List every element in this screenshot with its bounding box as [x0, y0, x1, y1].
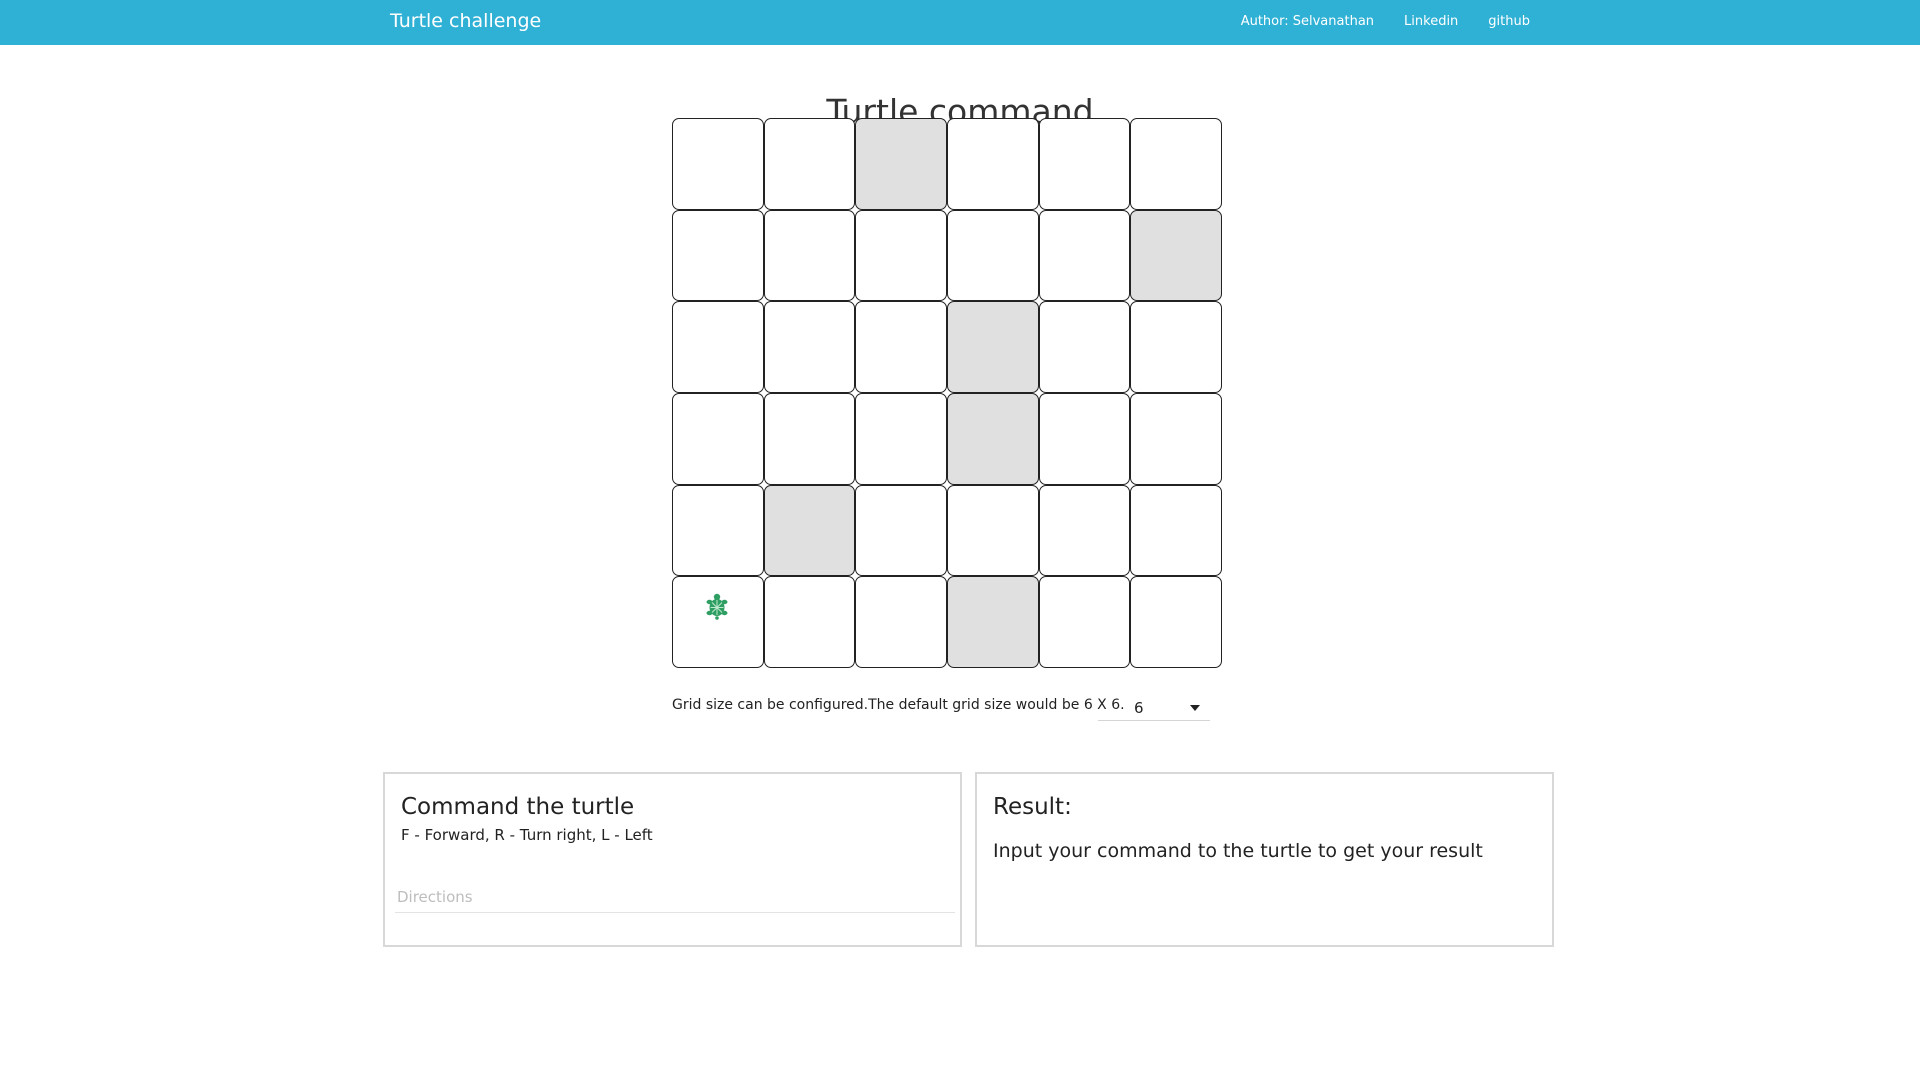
directions-input[interactable] [395, 882, 955, 913]
grid-cell-blocked[interactable] [855, 118, 947, 210]
grid-cell[interactable] [855, 392, 947, 485]
grid-cell[interactable] [672, 209, 764, 302]
grid-cell[interactable] [1130, 484, 1222, 577]
grid-cell[interactable] [855, 301, 947, 393]
nav-links: Author: Selvanathan Linkedin github [1241, 14, 1530, 29]
grid-cell[interactable] [855, 484, 947, 577]
nav-link-author[interactable]: Author: Selvanathan [1241, 14, 1374, 29]
result-message: Input your command to the turtle to get … [993, 840, 1483, 862]
command-panel: Command the turtle F - Forward, R - Turn… [383, 772, 962, 947]
grid-cell[interactable] [1038, 576, 1131, 668]
grid-cell[interactable] [1038, 392, 1131, 485]
grid-cell[interactable] [855, 209, 947, 302]
grid-cell[interactable] [946, 484, 1039, 577]
command-panel-title: Command the turtle [401, 794, 635, 820]
nav-link-linkedin[interactable]: Linkedin [1404, 14, 1458, 29]
result-panel-title: Result: [993, 794, 1072, 820]
grid-cell[interactable] [1038, 484, 1131, 577]
grid-cell[interactable] [946, 209, 1039, 302]
grid-cell[interactable] [763, 301, 856, 393]
grid-size-note: Grid size can be configured.The default … [672, 697, 1125, 713]
command-legend: F - Forward, R - Turn right, L - Left [401, 826, 653, 844]
grid-cell[interactable] [672, 301, 764, 393]
grid-cell[interactable] [1038, 118, 1131, 210]
grid-cell[interactable] [1130, 392, 1222, 485]
grid-cell[interactable] [1038, 209, 1131, 302]
result-panel: Result: Input your command to the turtle… [975, 772, 1554, 947]
grid-cell[interactable] [672, 576, 764, 668]
top-navbar: Turtle challenge Author: Selvanathan Lin… [0, 0, 1920, 45]
grid-cell[interactable] [672, 392, 764, 485]
grid-cell[interactable] [855, 576, 947, 668]
grid-cell-blocked[interactable] [763, 484, 856, 577]
grid-size-select[interactable]: 6 [1098, 694, 1210, 721]
grid-cell[interactable] [672, 118, 764, 210]
grid-cell-blocked[interactable] [946, 576, 1039, 668]
turtle-grid [672, 118, 1222, 668]
grid-cell[interactable] [1038, 301, 1131, 393]
grid-cell[interactable] [763, 118, 856, 210]
grid-cell-blocked[interactable] [1130, 209, 1222, 302]
grid-cell-blocked[interactable] [946, 301, 1039, 393]
brand-title[interactable]: Turtle challenge [390, 10, 541, 32]
grid-cell[interactable] [763, 576, 856, 668]
nav-link-github[interactable]: github [1488, 14, 1530, 29]
chevron-down-icon [1190, 705, 1200, 711]
grid-cell[interactable] [1130, 301, 1222, 393]
grid-cell-blocked[interactable] [946, 392, 1039, 485]
grid-cell[interactable] [1130, 576, 1222, 668]
grid-cell[interactable] [672, 484, 764, 577]
turtle-icon [706, 594, 728, 621]
grid-cell[interactable] [1130, 118, 1222, 210]
grid-cell[interactable] [763, 392, 856, 485]
grid-cell[interactable] [946, 118, 1039, 210]
grid-size-value: 6 [1134, 699, 1144, 717]
grid-cell[interactable] [763, 209, 856, 302]
